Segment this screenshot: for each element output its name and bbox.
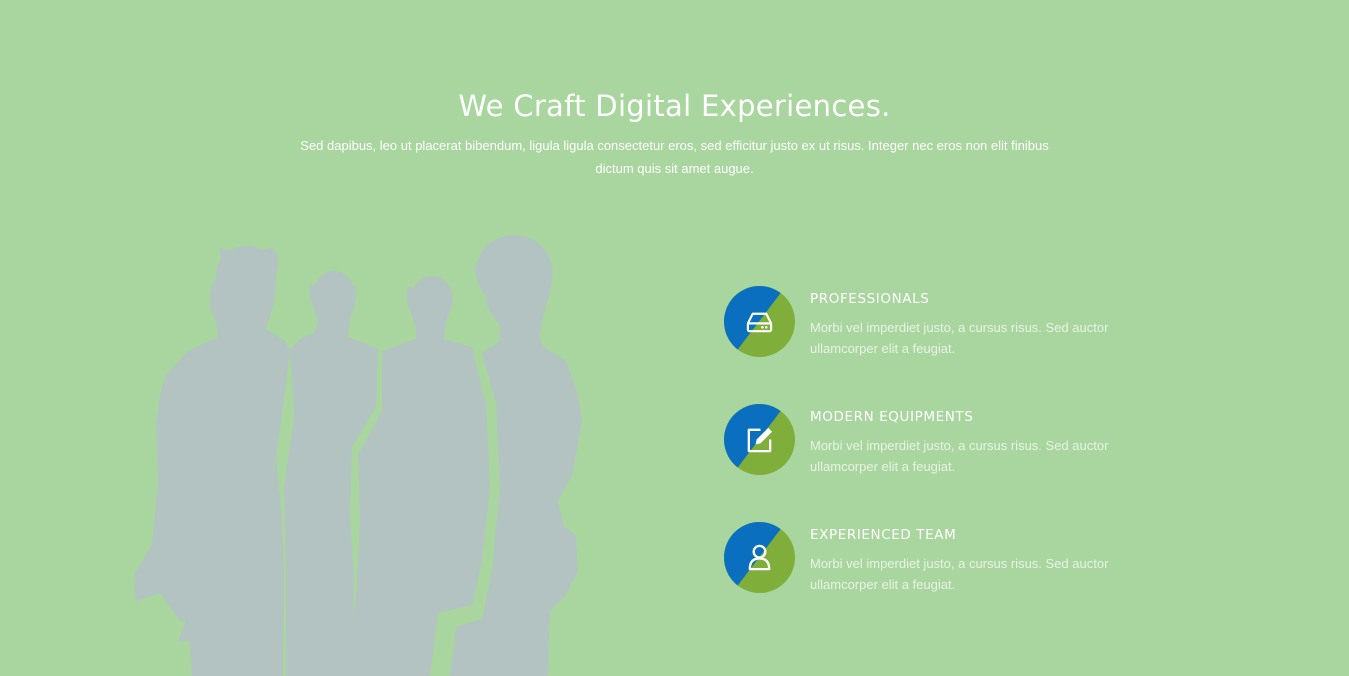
section-heading: We Craft Digital Experiences. [458, 89, 891, 123]
feature-badge[interactable] [724, 522, 795, 593]
feature-description: Morbi vel imperdiet justo, a cursus risu… [810, 556, 1109, 592]
feature-badge[interactable] [724, 286, 795, 357]
features-section: We Craft Digital Experiences. Sed dapibu… [0, 0, 1349, 676]
hard-drive-icon [746, 312, 773, 333]
feature-title: EXPERIENCED TEAM [810, 527, 957, 543]
feature-item-professionals: PROFESSIONALS Morbi vel imperdiet justo,… [724, 286, 1164, 404]
feature-list: PROFESSIONALS Morbi vel imperdiet justo,… [724, 286, 1164, 640]
edit-icon [747, 427, 773, 453]
feature-title: MODERN EQUIPMENTS [810, 409, 974, 425]
feature-description: Morbi vel imperdiet justo, a cursus risu… [810, 438, 1109, 474]
section-intro: Sed dapibus, leo ut placerat bibendum, l… [300, 138, 1049, 176]
feature-title: PROFESSIONALS [810, 291, 930, 307]
workers-silhouette-image [134, 235, 582, 676]
user-icon [748, 544, 771, 571]
feature-item-modern-equipments: MODERN EQUIPMENTS Morbi vel imperdiet ju… [724, 404, 1164, 522]
feature-badge[interactable] [724, 404, 795, 475]
feature-description: Morbi vel imperdiet justo, a cursus risu… [810, 320, 1109, 356]
feature-item-experienced-team: EXPERIENCED TEAM Morbi vel imperdiet jus… [724, 522, 1164, 640]
